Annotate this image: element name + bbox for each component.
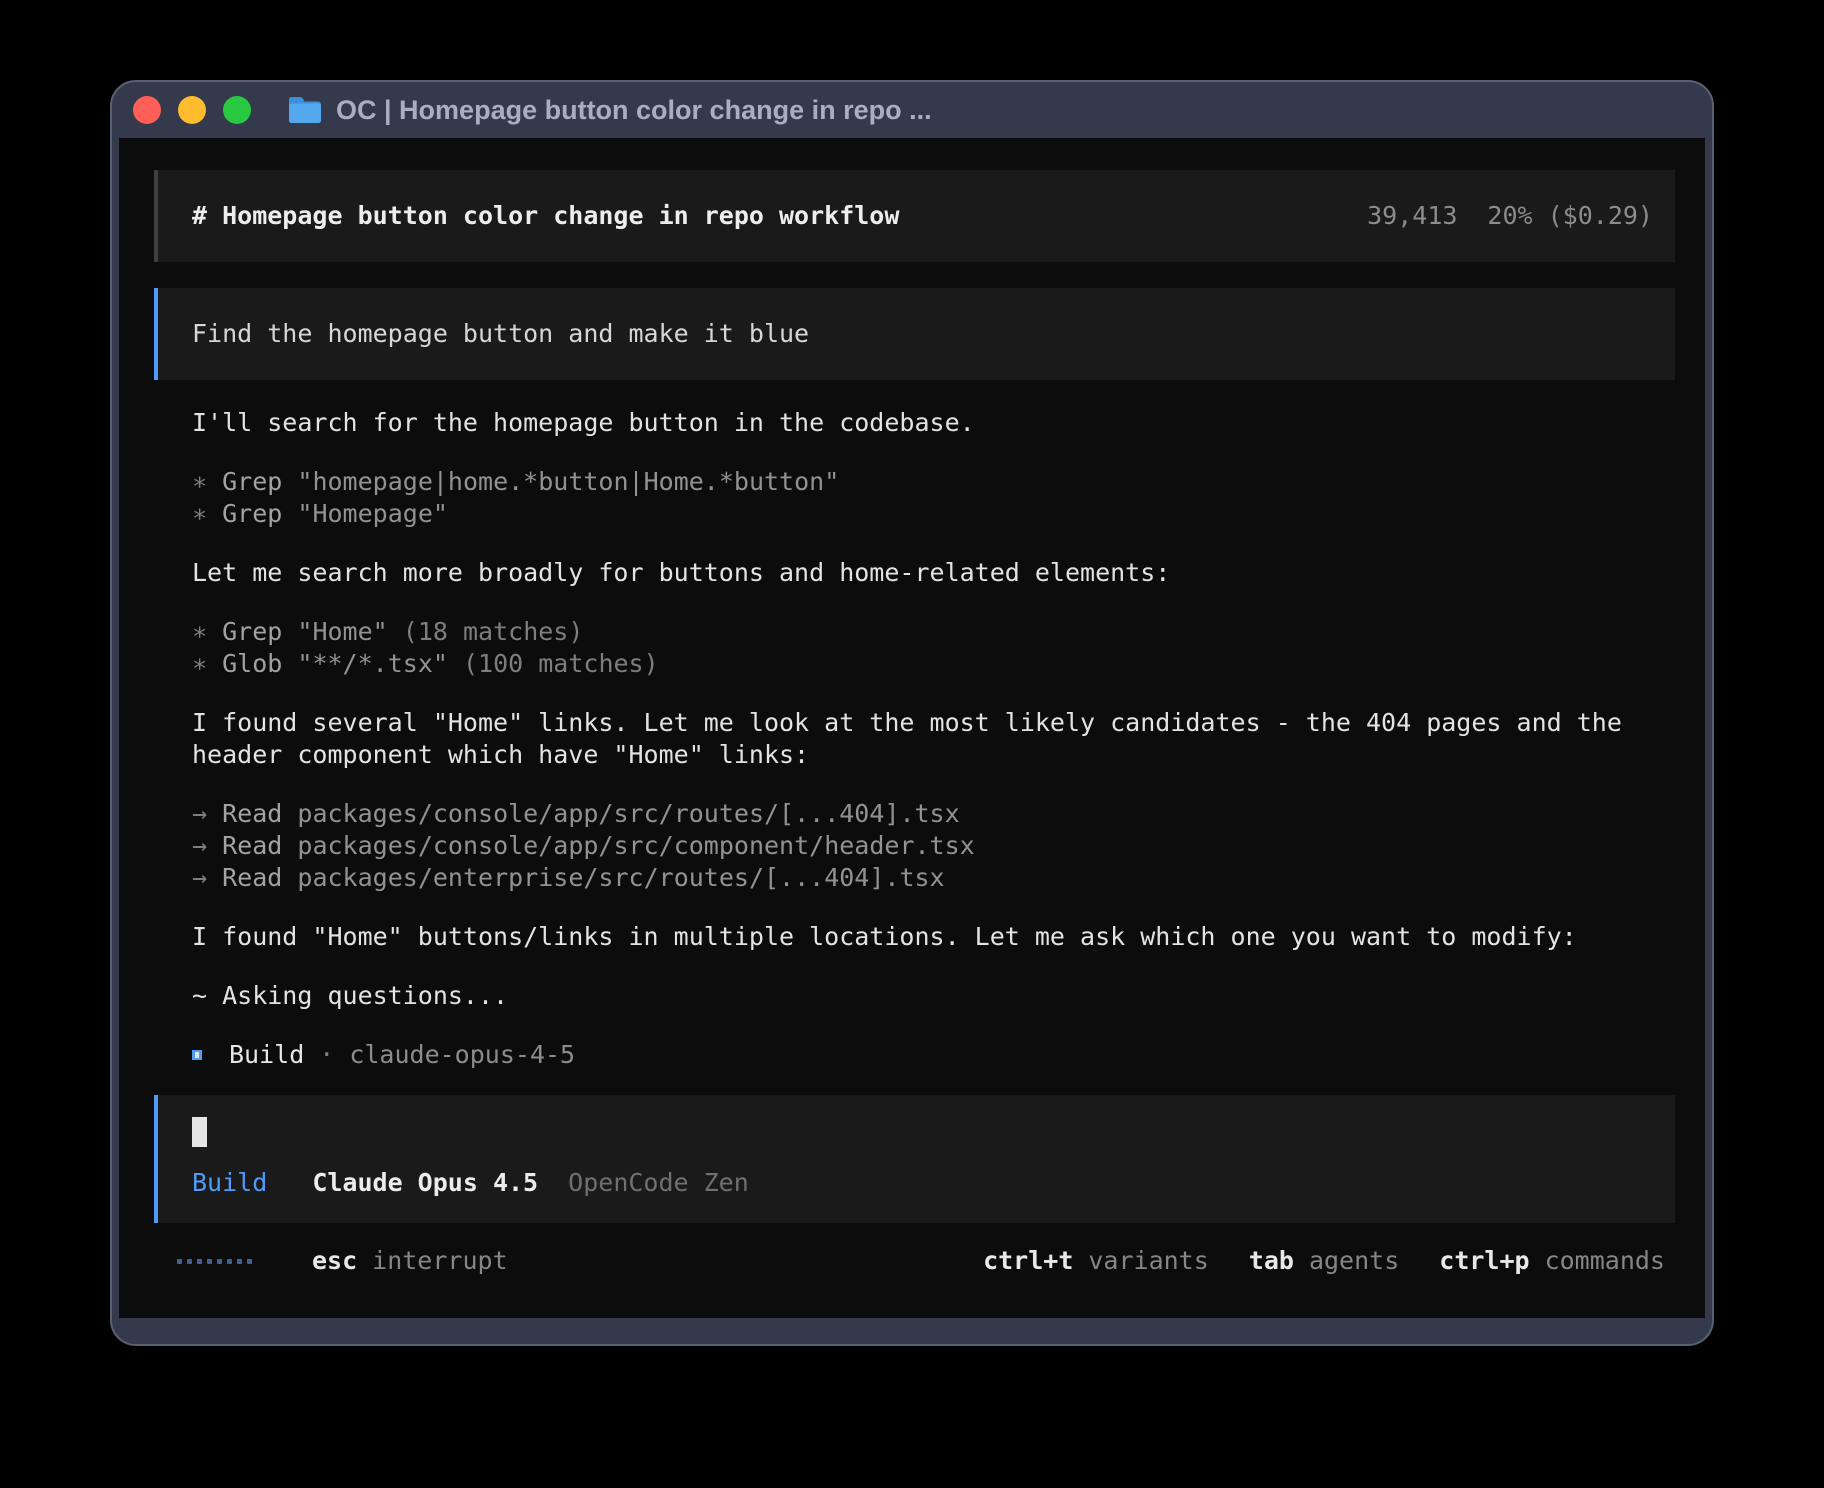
spinner-dots xyxy=(177,1259,252,1264)
tool-call: → Read packages/console/app/src/routes/[… xyxy=(192,798,1667,830)
spinner-asterisk-icon: ∗ xyxy=(192,467,207,496)
tool-call-group: ∗ Grep "Home" (18 matches) ∗ Glob "**/*.… xyxy=(192,616,1667,680)
spinner-dot xyxy=(207,1259,212,1264)
agent-name: Build xyxy=(229,1039,304,1071)
separator-dot: · xyxy=(319,1039,334,1071)
esc-key-label: interrupt xyxy=(372,1245,507,1277)
status-bar-left: esc interrupt xyxy=(177,1245,508,1277)
active-agent-label: Build xyxy=(192,1168,267,1197)
assistant-transcript: I'll search for the homepage button in t… xyxy=(154,407,1675,1071)
tool-call: → Read packages/console/app/src/componen… xyxy=(192,830,1667,862)
spinner-asterisk-icon: ∗ xyxy=(192,649,207,678)
esc-key-hint: esc xyxy=(312,1245,357,1277)
match-count: (100 matches) xyxy=(463,649,659,678)
input-footer: Build Claude Opus 4.5 OpenCode Zen xyxy=(192,1167,1653,1199)
file-path: packages/enterprise/src/routes/[...404].… xyxy=(297,863,944,892)
minimize-button[interactable] xyxy=(178,96,206,124)
arrow-right-icon: → xyxy=(192,863,207,892)
active-model-label: Claude Opus 4.5 xyxy=(312,1168,538,1197)
tool-call-group: → Read packages/console/app/src/routes/[… xyxy=(192,798,1667,894)
tool-call: ∗ Glob "**/*.tsx" (100 matches) xyxy=(192,648,1667,680)
terminal-window: OC | Homepage button color change in rep… xyxy=(110,80,1714,1346)
shortcut-variants: ctrl+tvariants xyxy=(983,1245,1209,1277)
spinner-dot xyxy=(227,1259,232,1264)
spinner-asterisk-icon: ∗ xyxy=(192,617,207,646)
status-bar-right: ctrl+tvariants tabagents ctrl+pcommands xyxy=(983,1245,1665,1277)
window-title: OC | Homepage button color change in rep… xyxy=(336,95,932,126)
assistant-working-status: ~ Asking questions... xyxy=(192,980,1667,1012)
text-cursor xyxy=(192,1117,207,1147)
context-usage: 20% ($0.29) xyxy=(1487,201,1653,230)
status-bar: esc interrupt ctrl+tvariants tabagents c… xyxy=(154,1245,1675,1277)
traffic-lights xyxy=(133,96,251,124)
tool-call-group: ∗ Grep "homepage|home.*button|Home.*butt… xyxy=(192,466,1667,530)
session-stats: 39,413 20% ($0.29) xyxy=(1367,200,1653,232)
tool-call: ∗ Grep "homepage|home.*button|Home.*butt… xyxy=(192,466,1667,498)
user-message: Find the homepage button and make it blu… xyxy=(154,288,1675,380)
assistant-paragraph: Let me search more broadly for buttons a… xyxy=(192,557,1667,589)
spinner-dot xyxy=(237,1259,242,1264)
arrow-right-icon: → xyxy=(192,831,207,860)
spinner-dot xyxy=(247,1259,252,1264)
token-count: 39,413 xyxy=(1367,201,1457,230)
input-line[interactable] xyxy=(192,1117,1653,1149)
file-path: packages/console/app/src/component/heade… xyxy=(297,831,974,860)
spinner-dot xyxy=(177,1259,182,1264)
arrow-right-icon: → xyxy=(192,799,207,828)
shortcut-agents: tabagents xyxy=(1249,1245,1399,1277)
agent-status-row: Build · claude-opus-4-5 xyxy=(192,1039,1667,1071)
match-count: (18 matches) xyxy=(403,617,584,646)
session-header: # Homepage button color change in repo w… xyxy=(154,170,1675,262)
spinner-dot xyxy=(217,1259,222,1264)
tool-call: → Read packages/enterprise/src/routes/[.… xyxy=(192,862,1667,894)
close-button[interactable] xyxy=(133,96,161,124)
shortcut-commands: ctrl+pcommands xyxy=(1439,1245,1665,1277)
tool-call: ∗ Grep "Home" (18 matches) xyxy=(192,616,1667,648)
session-title: # Homepage button color change in repo w… xyxy=(192,200,899,232)
titlebar: OC | Homepage button color change in rep… xyxy=(112,82,1712,138)
spinner-dot xyxy=(197,1259,202,1264)
assistant-paragraph: I found "Home" buttons/links in multiple… xyxy=(192,921,1667,953)
folder-icon xyxy=(287,95,323,125)
model-id: claude-opus-4-5 xyxy=(349,1039,575,1071)
zoom-button[interactable] xyxy=(223,96,251,124)
file-path: packages/console/app/src/routes/[...404]… xyxy=(297,799,959,828)
prompt-input[interactable]: Build Claude Opus 4.5 OpenCode Zen xyxy=(154,1095,1675,1223)
provider-label: OpenCode Zen xyxy=(568,1168,749,1197)
assistant-paragraph: I'll search for the homepage button in t… xyxy=(192,407,1667,439)
user-message-text: Find the homepage button and make it blu… xyxy=(192,319,809,348)
tool-call: ∗ Grep "Homepage" xyxy=(192,498,1667,530)
assistant-paragraph: I found several "Home" links. Let me loo… xyxy=(192,707,1667,771)
spinner-dot xyxy=(187,1259,192,1264)
agent-square-icon xyxy=(192,1050,202,1060)
terminal-content: # Homepage button color change in repo w… xyxy=(119,138,1705,1318)
spinner-asterisk-icon: ∗ xyxy=(192,499,207,528)
